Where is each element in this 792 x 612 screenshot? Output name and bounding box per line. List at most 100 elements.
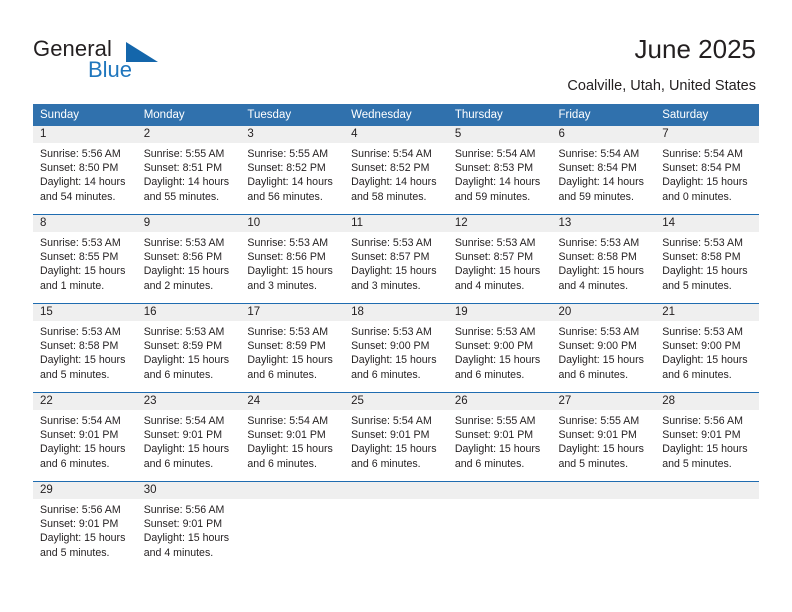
day-cell[interactable]: 27 Sunrise: 5:55 AM Sunset: 9:01 PM Dayligh… xyxy=(551,393,656,481)
day-cell-empty xyxy=(344,482,448,570)
day-cell[interactable]: 16 Sunrise: 5:53 AM Sunset: 8:59 PM Dayligh… xyxy=(136,304,241,392)
day-cell[interactable]: 9 Sunrise: 5:53 AM Sunset: 8:56 PM Daylight… xyxy=(136,215,241,303)
day-cell[interactable]: 19 Sunrise: 5:53 AM Sunset: 9:00 PM Dayligh… xyxy=(447,304,552,392)
calendar-day-cell: 9 Sunrise: 5:53 AM Sunset: 8:56 PM Daylight… xyxy=(136,215,241,303)
day-cell[interactable]: 7 Sunrise: 5:54 AM Sunset: 8:54 PM Daylight… xyxy=(655,126,759,214)
day-cell[interactable]: 25 Sunrise: 5:54 AM Sunset: 9:01 PM Dayligh… xyxy=(344,393,448,481)
day-number: 1 xyxy=(33,126,137,143)
day-number: 18 xyxy=(344,304,448,321)
page-title: June 2025 xyxy=(634,34,756,64)
sunset-time: Sunset: 8:59 PM xyxy=(247,340,326,353)
day-cell[interactable]: 5 Sunrise: 5:54 AM Sunset: 8:53 PM Daylight… xyxy=(447,126,552,214)
day-cell[interactable]: 4 Sunrise: 5:54 AM Sunset: 8:52 PM Daylight… xyxy=(344,126,448,214)
day-cell[interactable]: 23 Sunrise: 5:54 AM Sunset: 9:01 PM Dayligh… xyxy=(136,393,241,481)
day-details: Sunrise: 5:53 AM Sunset: 8:58 PM Daylight:… xyxy=(33,321,137,382)
calendar-day-cell: 10 Sunrise: 5:53 AM Sunset: 8:56 PM Dayligh… xyxy=(240,215,345,303)
weekday-header-monday: Monday xyxy=(136,104,241,126)
day-cell[interactable]: 15 Sunrise: 5:53 AM Sunset: 8:58 PM Dayligh… xyxy=(33,304,137,392)
day-number xyxy=(344,482,448,499)
sunset-time: Sunset: 9:01 PM xyxy=(143,518,223,531)
daylight-duration-line1: Daylight: 15 hours xyxy=(454,265,541,278)
daylight-duration-line1: Daylight: 15 hours xyxy=(662,354,748,367)
calendar-day-cell: 24 Sunrise: 5:54 AM Sunset: 9:01 PM Dayligh… xyxy=(240,393,345,481)
day-cell[interactable]: 22 Sunrise: 5:54 AM Sunset: 9:01 PM Dayligh… xyxy=(33,393,137,481)
day-cell[interactable]: 6 Sunrise: 5:54 AM Sunset: 8:54 PM Daylight… xyxy=(551,126,656,214)
day-cell[interactable]: 2 Sunrise: 5:55 AM Sunset: 8:51 PM Daylight… xyxy=(136,126,241,214)
calendar-week-row: 29 Sunrise: 5:56 AM Sunset: 9:01 PM Dayligh… xyxy=(33,482,759,570)
sunset-time: Sunset: 8:54 PM xyxy=(662,162,741,175)
sunset-time: Sunset: 9:00 PM xyxy=(558,340,637,353)
day-number: 14 xyxy=(655,215,759,232)
calendar-week-row: 22 Sunrise: 5:54 AM Sunset: 9:01 PM Dayligh… xyxy=(33,393,759,481)
day-number: 4 xyxy=(344,126,448,143)
sunrise-time: Sunrise: 5:53 AM xyxy=(662,326,743,338)
day-number: 3 xyxy=(240,126,345,143)
day-cell[interactable]: 24 Sunrise: 5:54 AM Sunset: 9:01 PM Dayligh… xyxy=(240,393,345,481)
daylight-duration-line2: and 59 minutes. xyxy=(454,190,531,203)
day-details: Sunrise: 5:56 AM Sunset: 9:01 PM Daylight:… xyxy=(137,499,241,560)
sunset-time: Sunset: 8:58 PM xyxy=(40,340,119,353)
day-cell[interactable]: 21 Sunrise: 5:53 AM Sunset: 9:00 PM Dayligh… xyxy=(655,304,759,392)
daylight-duration-line1: Daylight: 14 hours xyxy=(143,176,230,189)
sunset-time: Sunset: 8:57 PM xyxy=(454,251,534,264)
day-cell[interactable]: 13 Sunrise: 5:53 AM Sunset: 8:58 PM Dayligh… xyxy=(551,215,656,303)
sunrise-time: Sunrise: 5:53 AM xyxy=(454,326,536,338)
daylight-duration-line1: Daylight: 15 hours xyxy=(351,354,437,367)
daylight-duration-line1: Daylight: 15 hours xyxy=(143,532,230,545)
daylight-duration-line1: Daylight: 15 hours xyxy=(143,265,230,278)
general-blue-logo[interactable]: General Blue xyxy=(33,36,243,92)
day-cell[interactable]: 1 Sunrise: 5:56 AM Sunset: 8:50 PM Daylight… xyxy=(33,126,137,214)
daylight-duration-line1: Daylight: 14 hours xyxy=(351,176,437,189)
day-number: 27 xyxy=(551,393,656,410)
day-number: 9 xyxy=(136,215,241,232)
day-number: 16 xyxy=(136,304,241,321)
day-details: Sunrise: 5:56 AM Sunset: 9:01 PM Daylight:… xyxy=(655,410,759,471)
day-details: Sunrise: 5:53 AM Sunset: 8:55 PM Daylight:… xyxy=(33,232,137,293)
day-cell[interactable]: 3 Sunrise: 5:55 AM Sunset: 8:52 PM Daylight… xyxy=(240,126,345,214)
sunset-time: Sunset: 9:01 PM xyxy=(454,429,534,442)
calendar-day-cell xyxy=(447,482,552,570)
calendar-day-cell: 14 Sunrise: 5:53 AM Sunset: 8:58 PM Dayligh… xyxy=(655,215,759,303)
calendar-day-cell: 20 Sunrise: 5:53 AM Sunset: 9:00 PM Dayligh… xyxy=(551,304,656,392)
day-cell[interactable]: 18 Sunrise: 5:53 AM Sunset: 9:00 PM Dayligh… xyxy=(344,304,448,392)
daylight-duration-line2: and 5 minutes. xyxy=(662,457,732,470)
sunrise-time: Sunrise: 5:53 AM xyxy=(454,237,536,249)
sunset-time: Sunset: 8:52 PM xyxy=(247,162,326,175)
day-details: Sunrise: 5:54 AM Sunset: 9:01 PM Daylight:… xyxy=(240,410,344,471)
daylight-duration-line2: and 4 minutes. xyxy=(454,279,525,292)
sunrise-time: Sunrise: 5:54 AM xyxy=(40,415,121,427)
day-number: 13 xyxy=(551,215,656,232)
day-cell[interactable]: 30 Sunrise: 5:56 AM Sunset: 9:01 PM Dayligh… xyxy=(136,482,241,570)
daylight-duration-line2: and 56 minutes. xyxy=(247,190,323,203)
day-cell[interactable]: 17 Sunrise: 5:53 AM Sunset: 8:59 PM Dayligh… xyxy=(240,304,345,392)
day-cell[interactable]: 29 Sunrise: 5:56 AM Sunset: 9:01 PM Dayligh… xyxy=(33,482,137,570)
day-cell[interactable]: 26 Sunrise: 5:55 AM Sunset: 9:01 PM Dayligh… xyxy=(447,393,552,481)
day-cell[interactable]: 12 Sunrise: 5:53 AM Sunset: 8:57 PM Dayligh… xyxy=(447,215,552,303)
sunset-time: Sunset: 9:01 PM xyxy=(247,429,326,442)
daylight-duration-line1: Daylight: 14 hours xyxy=(247,176,333,189)
daylight-duration-line2: and 55 minutes. xyxy=(143,190,220,203)
calendar-day-cell xyxy=(344,482,448,570)
sunrise-time: Sunrise: 5:54 AM xyxy=(351,148,432,160)
calendar-day-cell: 7 Sunrise: 5:54 AM Sunset: 8:54 PM Daylight… xyxy=(655,126,759,214)
daylight-duration-line1: Daylight: 15 hours xyxy=(40,532,126,545)
day-number: 19 xyxy=(447,304,552,321)
day-cell[interactable]: 20 Sunrise: 5:53 AM Sunset: 9:00 PM Dayligh… xyxy=(551,304,656,392)
sunrise-time: Sunrise: 5:53 AM xyxy=(662,237,743,249)
day-cell[interactable]: 11 Sunrise: 5:53 AM Sunset: 8:57 PM Dayligh… xyxy=(344,215,448,303)
day-details: Sunrise: 5:53 AM Sunset: 8:59 PM Daylight:… xyxy=(137,321,241,382)
day-cell[interactable]: 28 Sunrise: 5:56 AM Sunset: 9:01 PM Dayligh… xyxy=(655,393,759,481)
calendar-day-cell: 15 Sunrise: 5:53 AM Sunset: 8:58 PM Dayligh… xyxy=(33,304,137,392)
day-cell[interactable]: 14 Sunrise: 5:53 AM Sunset: 8:58 PM Dayligh… xyxy=(655,215,759,303)
sunset-time: Sunset: 8:50 PM xyxy=(40,162,119,175)
day-cell[interactable]: 8 Sunrise: 5:53 AM Sunset: 8:55 PM Daylight… xyxy=(33,215,137,303)
sunrise-time: Sunrise: 5:53 AM xyxy=(143,326,225,338)
day-cell[interactable]: 10 Sunrise: 5:53 AM Sunset: 8:56 PM Dayligh… xyxy=(240,215,345,303)
day-cell-empty xyxy=(655,482,759,570)
daylight-duration-line2: and 5 minutes. xyxy=(40,368,110,381)
daylight-duration-line2: and 4 minutes. xyxy=(143,546,214,559)
sunset-time: Sunset: 8:53 PM xyxy=(454,162,534,175)
day-details: Sunrise: 5:53 AM Sunset: 8:56 PM Daylight:… xyxy=(137,232,241,293)
daylight-duration-line2: and 3 minutes. xyxy=(351,279,421,292)
sunset-time: Sunset: 9:00 PM xyxy=(662,340,741,353)
